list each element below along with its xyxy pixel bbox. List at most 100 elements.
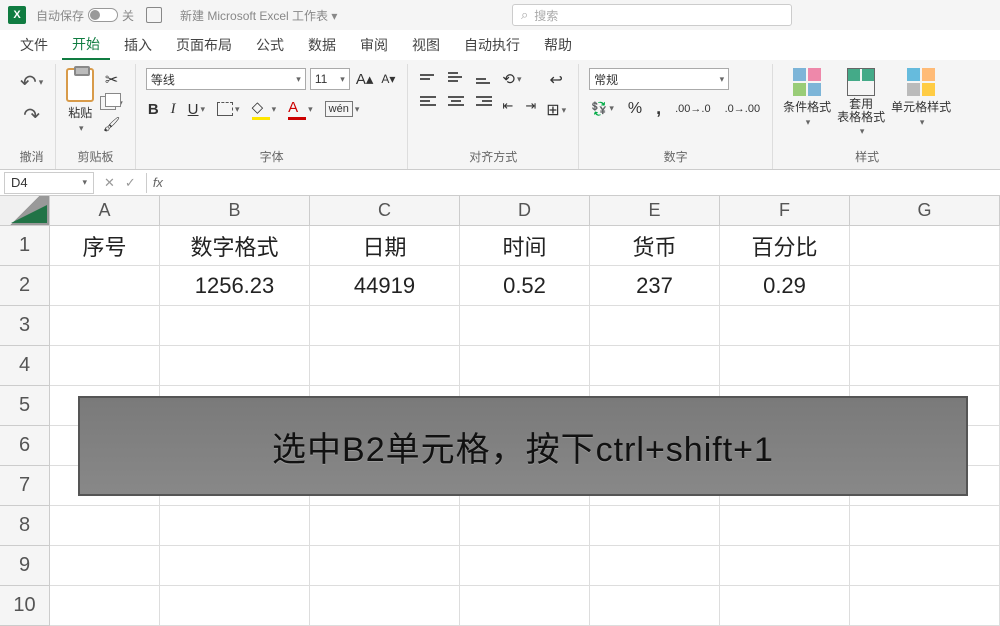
align-left-button[interactable] [418, 92, 438, 110]
row-header[interactable]: 9 [0, 546, 50, 586]
tab-页面布局[interactable]: 页面布局 [166, 31, 242, 59]
cell[interactable]: 1256.23 [160, 266, 310, 306]
decrease-decimal-button[interactable]: .0→.00 [723, 101, 762, 117]
comma-button[interactable]: , [654, 96, 663, 121]
tab-视图[interactable]: 视图 [402, 31, 450, 59]
row-header[interactable]: 3 [0, 306, 50, 346]
align-middle-button[interactable] [446, 68, 466, 86]
phonetic-button[interactable]: wén▾ [323, 99, 362, 119]
formula-input[interactable] [169, 172, 1000, 194]
column-header[interactable]: F [720, 196, 850, 226]
cell[interactable] [160, 586, 310, 626]
column-header[interactable]: E [590, 196, 720, 226]
column-header[interactable]: A [50, 196, 160, 226]
font-name-select[interactable]: 等线▾ [146, 68, 306, 90]
cell[interactable]: 百分比 [720, 226, 850, 266]
column-header[interactable]: G [850, 196, 1000, 226]
tab-公式[interactable]: 公式 [246, 31, 294, 59]
decrease-indent-button[interactable]: ⇤ [500, 96, 515, 116]
cut-button[interactable]: ✂ [98, 68, 125, 92]
row-header[interactable]: 7 [0, 466, 50, 506]
tab-数据[interactable]: 数据 [298, 31, 346, 59]
cell[interactable] [590, 346, 720, 386]
table-format-button[interactable]: 套用 表格格式 ▾ [837, 68, 885, 137]
cell[interactable]: 日期 [310, 226, 460, 266]
cell[interactable] [850, 546, 1000, 586]
cell[interactable] [720, 586, 850, 626]
cell[interactable] [310, 546, 460, 586]
tab-插入[interactable]: 插入 [114, 31, 162, 59]
cell[interactable] [50, 266, 160, 306]
document-title[interactable]: 新建 Microsoft Excel 工作表 ▾ [180, 7, 337, 24]
cell-styles-button[interactable]: 单元格样式 ▾ [891, 68, 951, 128]
row-header[interactable]: 1 [0, 226, 50, 266]
redo-button[interactable]: ↷ [18, 101, 45, 130]
cell[interactable]: 序号 [50, 226, 160, 266]
tab-审阅[interactable]: 审阅 [350, 31, 398, 59]
cell[interactable] [720, 506, 850, 546]
increase-font-button[interactable]: A▴ [354, 68, 376, 90]
merge-cells-button[interactable]: ⊞▾ [544, 98, 568, 122]
column-header[interactable]: D [460, 196, 590, 226]
cell[interactable] [160, 306, 310, 346]
row-header[interactable]: 2 [0, 266, 50, 306]
cell[interactable] [850, 346, 1000, 386]
enter-formula-button[interactable]: ✓ [123, 173, 138, 193]
cell[interactable] [460, 306, 590, 346]
undo-button[interactable]: ↶▾ [18, 68, 45, 97]
tab-文件[interactable]: 文件 [10, 31, 58, 59]
cell[interactable]: 货币 [590, 226, 720, 266]
search-input[interactable]: ⌕ 搜索 [512, 4, 792, 26]
cell[interactable] [720, 306, 850, 346]
cell[interactable]: 数字格式 [160, 226, 310, 266]
cell[interactable]: 时间 [460, 226, 590, 266]
conditional-format-button[interactable]: 条件格式 ▾ [783, 68, 831, 128]
paste-button[interactable]: 粘贴 ▾ [66, 68, 94, 134]
cancel-formula-button[interactable]: ✕ [102, 173, 117, 193]
wrap-text-button[interactable]: ↩ [544, 68, 568, 92]
cell[interactable] [50, 506, 160, 546]
fill-color-button[interactable]: ◇▾ [250, 96, 279, 122]
cells-area[interactable]: 序号数字格式日期时间货币百分比1256.23449190.522370.29选中… [50, 226, 1000, 626]
accounting-format-button[interactable]: 💱▾ [589, 99, 616, 119]
cell[interactable] [160, 346, 310, 386]
cell[interactable]: 0.29 [720, 266, 850, 306]
cell[interactable] [310, 506, 460, 546]
underline-button[interactable]: U▾ [186, 99, 207, 120]
copy-button[interactable]: ▾ [98, 94, 125, 112]
cell[interactable]: 237 [590, 266, 720, 306]
cell[interactable] [590, 586, 720, 626]
bold-button[interactable]: B [146, 99, 161, 120]
cell[interactable] [50, 546, 160, 586]
font-color-button[interactable]: A▾ [286, 97, 315, 122]
number-format-select[interactable]: 常规▾ [589, 68, 729, 90]
cell[interactable] [310, 306, 460, 346]
cell[interactable] [460, 586, 590, 626]
cell[interactable] [720, 346, 850, 386]
align-top-button[interactable] [418, 68, 438, 86]
fx-icon[interactable]: fx [147, 175, 169, 190]
cell[interactable] [460, 506, 590, 546]
cell[interactable] [590, 506, 720, 546]
cell[interactable] [50, 346, 160, 386]
italic-button[interactable]: I [169, 99, 178, 120]
cell[interactable]: 0.52 [460, 266, 590, 306]
align-right-button[interactable] [474, 92, 494, 110]
increase-indent-button[interactable]: ⇥ [523, 96, 538, 116]
row-header[interactable]: 10 [0, 586, 50, 626]
cell[interactable] [850, 266, 1000, 306]
autosave-toggle[interactable]: 自动保存 关 [36, 7, 134, 24]
tab-自动执行[interactable]: 自动执行 [454, 31, 530, 59]
cell[interactable] [590, 306, 720, 346]
decrease-font-button[interactable]: A▾ [379, 70, 397, 88]
name-box[interactable]: D4▾ [4, 172, 94, 194]
cell[interactable] [590, 546, 720, 586]
increase-decimal-button[interactable]: .00→.0 [673, 101, 712, 117]
row-header[interactable]: 5 [0, 386, 50, 426]
row-header[interactable]: 8 [0, 506, 50, 546]
row-header[interactable]: 4 [0, 346, 50, 386]
cell[interactable] [460, 346, 590, 386]
borders-button[interactable]: ▾ [215, 100, 242, 118]
cell[interactable] [850, 306, 1000, 346]
align-center-button[interactable] [446, 92, 466, 110]
